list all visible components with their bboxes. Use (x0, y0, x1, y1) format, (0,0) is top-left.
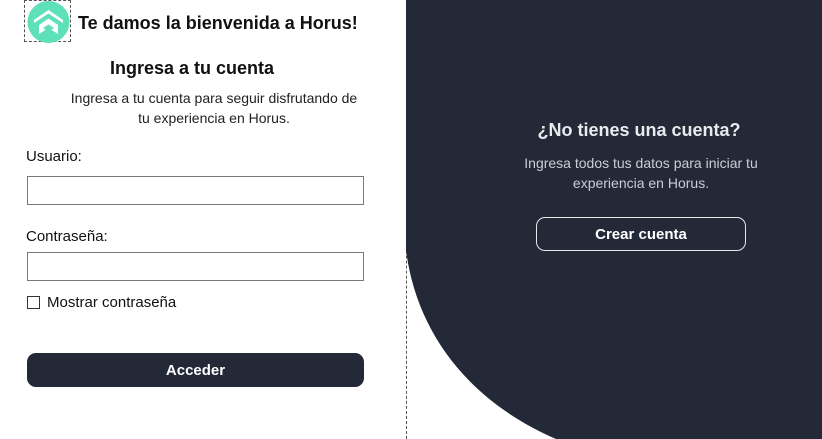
show-password-label: Mostrar contraseña (47, 294, 177, 311)
login-title: Ingresa a tu cuenta (109, 58, 275, 78)
login-button[interactable]: Acceder (27, 353, 364, 387)
show-password-toggle[interactable]: Mostrar contraseña (27, 294, 176, 311)
horus-logo-icon (27, 1, 70, 43)
login-subtitle: Ingresa a tu cuenta para seguir disfruta… (70, 90, 358, 126)
password-label: Contraseña: (26, 228, 108, 245)
login-panel: Te damos la bienvenida a Horus! Ingresa … (0, 0, 406, 439)
password-field[interactable] (27, 252, 364, 281)
welcome-heading: Te damos la bienvenida a Horus! (78, 13, 358, 33)
logo-container (24, 0, 71, 43)
user-field[interactable] (27, 176, 364, 205)
signup-subtitle: Ingresa todos tus datos para iniciar tu … (524, 155, 758, 191)
signup-title: ¿No tienes una cuenta? (537, 120, 741, 140)
checkbox-icon[interactable] (27, 296, 40, 309)
user-label: Usuario: (26, 148, 82, 165)
create-account-button[interactable]: Crear cuenta (536, 217, 746, 251)
